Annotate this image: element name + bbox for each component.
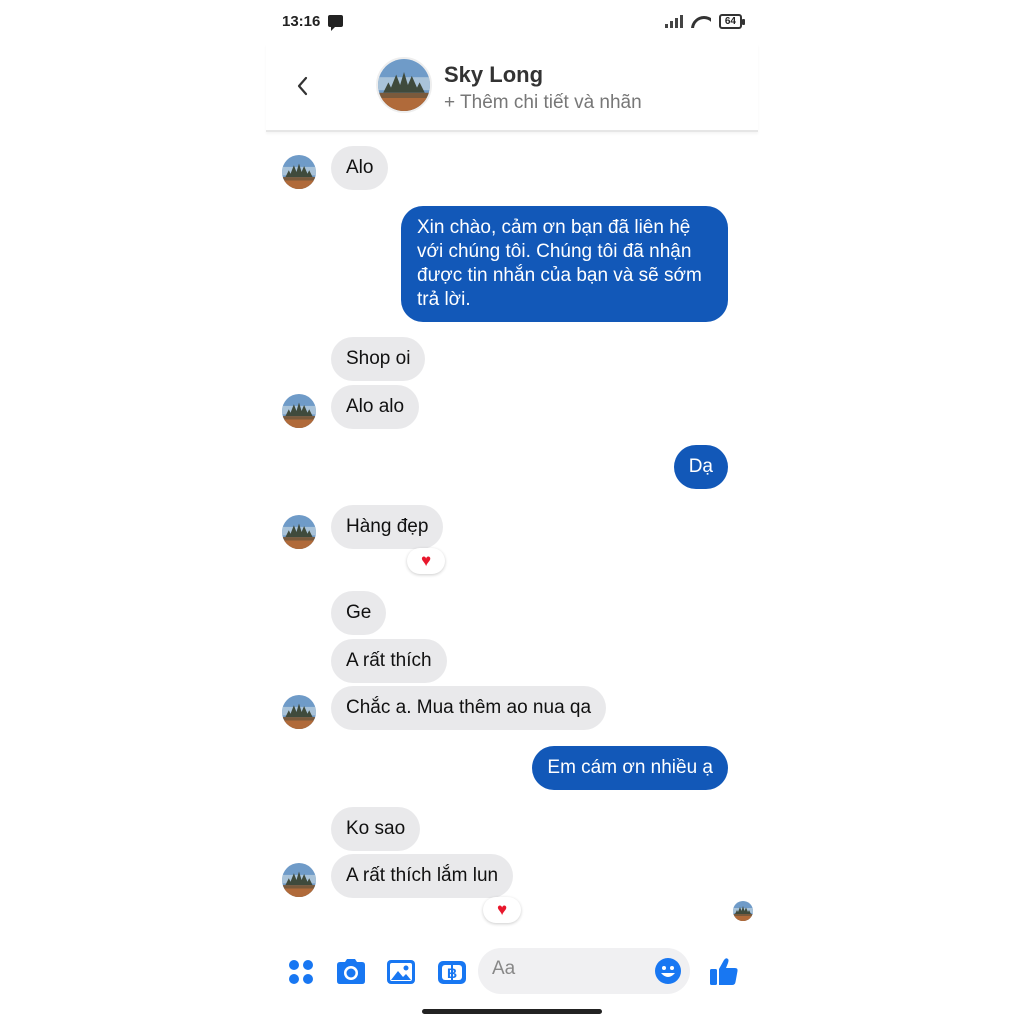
message-bubble[interactable]: Alo xyxy=(331,146,389,190)
seen-indicator-avatar xyxy=(733,901,753,921)
conversation-header: Sky Long + Thêm chi tiết và nhãn xyxy=(266,44,758,132)
home-indicator[interactable] xyxy=(422,1009,602,1014)
message-bubble[interactable]: A rất thích xyxy=(331,639,447,683)
battery-icon: 64 xyxy=(718,13,746,29)
message-input[interactable] xyxy=(492,958,642,980)
message-composer: B xyxy=(266,944,758,1000)
payment-button[interactable]: B xyxy=(434,954,470,990)
message-bubble[interactable]: Em cám ơn nhiều ạ xyxy=(532,746,728,790)
apps-icon xyxy=(289,960,313,984)
add-details-link[interactable]: + Thêm chi tiết và nhãn xyxy=(444,92,642,114)
message-input-box[interactable] xyxy=(478,948,690,994)
sender-avatar[interactable] xyxy=(282,863,316,897)
chevron-left-icon xyxy=(297,76,308,96)
status-time: 13:16 xyxy=(282,12,321,30)
sender-avatar[interactable] xyxy=(282,394,316,428)
emoji-icon xyxy=(655,958,681,984)
message-bubble[interactable]: A rất thích lắm lun xyxy=(331,854,514,898)
message-bubble[interactable]: Xin chào, cảm ơn bạn đã liên hệ với chún… xyxy=(401,206,728,322)
back-button[interactable] xyxy=(292,72,312,100)
status-bar: 13:16 64 xyxy=(282,8,746,34)
message-bubble[interactable]: Ko sao xyxy=(331,807,421,851)
signal-icon xyxy=(664,14,683,28)
gallery-icon xyxy=(387,960,415,984)
message-bubble[interactable]: Ge xyxy=(331,591,387,635)
message-bubble[interactable]: Hàng đẹp xyxy=(331,505,444,549)
camera-button[interactable] xyxy=(333,954,369,990)
message-bubble[interactable]: Dạ xyxy=(673,445,728,489)
heart-reaction-icon[interactable]: ♥ xyxy=(407,548,445,574)
gallery-button[interactable] xyxy=(383,954,419,990)
sender-avatar[interactable] xyxy=(282,515,316,549)
contact-name[interactable]: Sky Long xyxy=(444,62,543,88)
emoji-button[interactable] xyxy=(654,957,682,985)
sender-avatar[interactable] xyxy=(282,695,316,729)
payment-icon: B xyxy=(438,961,466,984)
like-icon xyxy=(710,958,738,985)
messenger-screen: 13:16 64 Sky Long + Thêm chi tiết và nhã… xyxy=(266,0,758,1024)
message-bubble[interactable]: Shop oi xyxy=(331,337,426,381)
contact-avatar[interactable] xyxy=(376,57,432,113)
sender-avatar[interactable] xyxy=(282,155,316,189)
apps-button[interactable] xyxy=(283,954,319,990)
message-notification-icon xyxy=(328,15,344,31)
wifi-icon xyxy=(691,14,711,28)
heart-reaction-icon[interactable]: ♥ xyxy=(483,897,521,923)
camera-icon xyxy=(337,959,365,984)
message-bubble[interactable]: Chắc a. Mua thêm ao nua qa xyxy=(331,686,607,730)
like-button[interactable] xyxy=(706,954,742,990)
message-bubble[interactable]: Alo alo xyxy=(331,385,420,429)
